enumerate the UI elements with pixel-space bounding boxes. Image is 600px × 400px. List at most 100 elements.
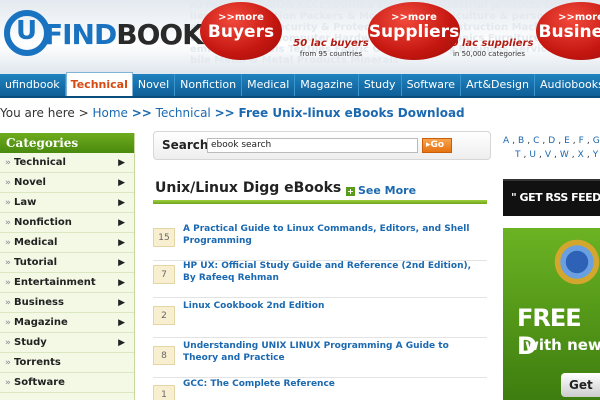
suppliers-tagline: 10 lac suppliers in 50,000 categories bbox=[444, 38, 534, 58]
rss-feed-banner[interactable]: " GET RSS FEED " bbox=[503, 179, 600, 216]
digg-count: 2 bbox=[153, 306, 175, 325]
alpha-link-t[interactable]: T bbox=[515, 150, 521, 160]
bullet-icon: » bbox=[5, 318, 11, 328]
book-title-link[interactable]: GCC: The Complete Reference bbox=[183, 378, 483, 390]
category-label: Magazine bbox=[14, 317, 68, 328]
nav-item-art-design[interactable]: Art&Design bbox=[461, 74, 535, 96]
alpha-link-x[interactable]: X bbox=[578, 150, 584, 160]
category-item-law[interactable]: » Law ▶ bbox=[0, 193, 134, 213]
search-go-button[interactable]: ▸Go bbox=[422, 138, 452, 153]
plus-icon: + bbox=[346, 187, 355, 196]
digg-count: 7 bbox=[153, 265, 175, 284]
book-row: 8 Understanding UNIX LINUX Programming A … bbox=[153, 340, 487, 378]
book-title-link[interactable]: Linux Cookbook 2nd Edition bbox=[183, 300, 483, 312]
promo-banner[interactable]: FREE D with new Get bbox=[503, 228, 600, 400]
nav-item-study[interactable]: Study bbox=[359, 74, 402, 96]
logo-text: FINDBOOK bbox=[44, 18, 204, 51]
alpha-link-c[interactable]: C bbox=[533, 136, 539, 146]
see-more-link[interactable]: + See More bbox=[346, 184, 416, 197]
site-logo[interactable]: U FINDBOOK bbox=[4, 8, 204, 62]
category-item-entertainment[interactable]: » Entertainment ▶ bbox=[0, 273, 134, 293]
category-item-tutorial[interactable]: » Tutorial ▶ bbox=[0, 253, 134, 273]
category-label: Torrents bbox=[14, 357, 61, 368]
digg-count: 1 bbox=[153, 385, 175, 400]
main-nav: ufindbook Technical Novel Nonfiction Medical… bbox=[0, 72, 600, 98]
category-label: Entertainment bbox=[14, 277, 96, 288]
book-row: 15 A Practical Guide to Linux Commands, E… bbox=[153, 223, 487, 261]
nav-item-medical[interactable]: Medical bbox=[242, 74, 296, 96]
bullet-icon: » bbox=[5, 278, 11, 288]
category-label: Software bbox=[14, 377, 65, 388]
category-item-torrents[interactable]: » Torrents bbox=[0, 353, 134, 373]
arrow-right-icon: ▶ bbox=[118, 258, 125, 268]
alpha-link-a[interactable]: A bbox=[503, 136, 509, 146]
bullet-icon: » bbox=[5, 238, 11, 248]
category-label: Technical bbox=[14, 157, 66, 168]
bullet-icon: » bbox=[5, 198, 11, 208]
section-underline bbox=[153, 200, 487, 204]
category-label: Study bbox=[14, 337, 47, 348]
breadcrumb-home-link[interactable]: Home bbox=[92, 106, 127, 120]
logo-u: U bbox=[16, 16, 38, 46]
nav-item-novel[interactable]: Novel bbox=[133, 74, 176, 96]
search-label: Search: bbox=[162, 138, 214, 152]
category-item-business[interactable]: » Business ▶ bbox=[0, 293, 134, 313]
alpha-link-u[interactable]: U bbox=[529, 150, 536, 160]
categories-title: Categories bbox=[0, 133, 134, 153]
bullet-icon: » bbox=[5, 258, 11, 268]
book-title-link[interactable]: Understanding UNIX LINUX Programming A G… bbox=[183, 340, 483, 364]
category-item-technical[interactable]: » Technical ▶ bbox=[0, 153, 134, 173]
bullet-icon: » bbox=[5, 218, 11, 228]
arrow-right-icon: ▶ bbox=[118, 278, 125, 288]
category-item-novel[interactable]: » Novel ▶ bbox=[0, 173, 134, 193]
alpha-link-e[interactable]: E bbox=[564, 136, 570, 146]
nav-item-technical[interactable]: Technical bbox=[65, 72, 133, 96]
nav-item-nonfiction[interactable]: Nonfiction bbox=[175, 74, 243, 96]
arrow-right-icon: ▶ bbox=[118, 218, 125, 228]
nav-item-audiobooks[interactable]: Audiobooks bbox=[535, 74, 600, 96]
arrow-right-icon: ▶ bbox=[118, 178, 125, 188]
promo-rings-icon bbox=[551, 236, 600, 288]
book-row: 1 GCC: The Complete Reference bbox=[153, 378, 487, 400]
digg-count: 15 bbox=[153, 228, 175, 247]
category-label: Law bbox=[14, 197, 37, 208]
category-item-nonfiction[interactable]: » Nonfiction ▶ bbox=[0, 213, 134, 233]
alphabet-index: A,B,C,D,E,F,G,H,I,T,U,V,W,X,Y,Z, bbox=[503, 136, 600, 160]
alpha-link-v[interactable]: V bbox=[545, 150, 551, 160]
category-label: Medical bbox=[14, 237, 58, 248]
alpha-link-y[interactable]: Y bbox=[593, 150, 599, 160]
breadcrumb: You are here > Home >> Technical >> Free… bbox=[0, 106, 465, 120]
search-input[interactable]: ebook search bbox=[207, 138, 418, 153]
category-item-study[interactable]: » Study ▶ bbox=[0, 333, 134, 353]
book-title-link[interactable]: HP UX: Official Study Guide and Referenc… bbox=[183, 260, 483, 284]
category-label: Tutorial bbox=[14, 257, 58, 268]
breadcrumb-current: Free Unix-linux eBooks Download bbox=[238, 106, 465, 120]
search-box: Search: ebook search ▸Go bbox=[153, 131, 491, 160]
breadcrumb-technical-link[interactable]: Technical bbox=[156, 106, 211, 120]
buyers-bubble[interactable]: >>more Buyers bbox=[200, 2, 282, 60]
promo-get-button[interactable]: Get bbox=[561, 373, 600, 397]
section-title: Unix/Linux Digg eBooks bbox=[155, 180, 342, 196]
bullet-icon: » bbox=[5, 298, 11, 308]
arrow-right-icon: ▶ bbox=[118, 238, 125, 248]
nav-item-magazine[interactable]: Magazine bbox=[295, 74, 359, 96]
category-item-magazine[interactable]: » Magazine ▶ bbox=[0, 313, 134, 333]
bullet-icon: » bbox=[5, 338, 11, 348]
book-title-link[interactable]: A Practical Guide to Linux Commands, Edi… bbox=[183, 223, 483, 247]
nav-item-ufindbook[interactable]: ufindbook bbox=[0, 74, 66, 96]
arrow-right-icon: ▶ bbox=[118, 158, 125, 168]
book-row: 7 HP UX: Official Study Guide and Referen… bbox=[153, 260, 487, 298]
alpha-link-d[interactable]: D bbox=[548, 136, 555, 146]
category-item-medical[interactable]: » Medical ▶ bbox=[0, 233, 134, 253]
alpha-link-f[interactable]: F bbox=[579, 136, 584, 146]
alpha-link-g[interactable]: G bbox=[593, 136, 600, 146]
category-label: Business bbox=[14, 297, 64, 308]
arrow-right-icon: ▶ bbox=[118, 198, 125, 208]
arrow-right-icon: ▶ bbox=[118, 338, 125, 348]
bullet-icon: » bbox=[5, 358, 11, 368]
category-item-software[interactable]: » Software bbox=[0, 373, 134, 393]
nav-item-software[interactable]: Software bbox=[402, 74, 462, 96]
arrow-right-icon: ▶ bbox=[118, 318, 125, 328]
alpha-link-b[interactable]: B bbox=[518, 136, 524, 146]
alpha-link-w[interactable]: W bbox=[560, 150, 569, 160]
